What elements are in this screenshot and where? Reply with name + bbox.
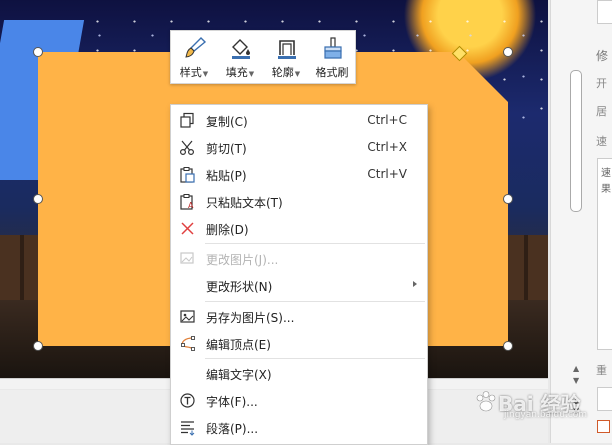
menu-item-font[interactable]: 字体(F)... [171,387,427,414]
paragraph-icon [181,421,195,436]
menu-item-label: 删除(D) [206,223,249,237]
menu-item-edit-points[interactable]: 编辑顶点(E) [171,330,427,357]
outline-label: 轮廓 [271,66,294,79]
menu-item-label: 另存为图片(S)... [206,311,295,325]
panel-label: 修 [596,49,609,63]
delete-x-icon [181,222,194,235]
panel-list-text: 速 [601,168,611,179]
resize-handle-top-left[interactable] [33,47,43,57]
chevron-down-icon: ▼ [294,70,301,78]
menu-item-copy[interactable]: 复制(C) Ctrl+C [171,107,427,134]
style-label: 样式 [179,66,202,79]
panel-scrollbar[interactable] [570,70,582,212]
resize-handle-middle-right[interactable] [503,194,513,204]
font-icon [180,393,195,408]
baidu-watermark: Bai 经验 jingyan.baidu.com [470,384,612,424]
menu-item-cut[interactable]: 剪切(T) Ctrl+X [171,134,427,161]
resize-handle-bottom-left[interactable] [33,341,43,351]
menu-item-label: 更改形状(N) [206,280,273,294]
panel-label: 速 [596,135,607,148]
panel-input[interactable] [597,0,612,24]
resize-handle-bottom-right[interactable] [503,341,513,351]
panel-list-text: 果 [601,184,611,195]
paste-text-icon: A [180,194,194,210]
chevron-down-icon: ▼ [248,70,255,78]
menu-item-label: 复制(C) [206,115,248,129]
fill-label: 填充 [225,66,248,79]
chevron-down-icon: ▼ [202,70,209,78]
watermark-subtext: jingyan.baidu.com [504,410,588,420]
resize-handle-middle-left[interactable] [33,194,43,204]
menu-shortcut: Ctrl+C [367,113,407,127]
panel-label: 居 [596,105,607,118]
menu-item-label: 编辑文字(X) [206,368,272,382]
menu-item-paste-text-only[interactable]: A 只粘贴文本(T) [171,188,427,215]
outline-icon [278,40,296,59]
format-painter-icon [324,37,342,59]
menu-item-label: 只粘贴文本(T) [206,196,283,210]
panel-label: 开 [596,77,607,90]
menu-item-paragraph[interactable]: 段落(P)... [171,414,427,441]
svg-text:A: A [188,201,194,210]
menu-separator [205,301,425,302]
panel-label: 重 [596,364,607,377]
change-picture-icon [180,252,194,264]
menu-item-paste[interactable]: 粘贴(P) Ctrl+V [171,161,427,188]
context-menu: 复制(C) Ctrl+C 剪切(T) Ctrl+X 粘贴(P) Ctrl+V A… [170,104,428,445]
menu-item-label: 更改图片(J)... [206,253,279,267]
save-as-picture-icon [180,310,195,323]
menu-item-label: 粘贴(P) [206,169,247,183]
paste-icon [180,167,195,183]
menu-item-label: 编辑顶点(E) [206,338,271,352]
menu-separator [205,358,425,359]
fill-bucket-icon [232,39,250,59]
copy-icon [180,112,194,128]
properties-panel: 修 开 居 速 速 果 ▲ ▼ 重 ▲ ▼ [550,0,612,443]
menu-item-save-as-picture[interactable]: 另存为图片(S)... [171,303,427,330]
fill-button[interactable]: 填充▼ [217,31,263,83]
submenu-arrow-icon [413,281,417,287]
menu-item-change-shape[interactable]: 更改形状(N) [171,272,427,299]
menu-shortcut: Ctrl+X [367,140,407,154]
brush-icon [185,37,207,58]
menu-item-label: 段落(P)... [206,422,259,436]
menu-item-delete[interactable]: 删除(D) [171,215,427,242]
menu-separator [205,243,425,244]
menu-item-label: 剪切(T) [206,142,247,156]
scroll-up-icon[interactable]: ▲ [573,364,579,373]
menu-item-label: 字体(F)... [206,395,258,409]
paw-logo-icon [476,391,496,412]
scissors-icon [179,140,195,156]
edit-points-icon [181,336,195,351]
resize-handle-top-right[interactable] [503,47,513,57]
menu-shortcut: Ctrl+V [367,167,407,181]
style-button[interactable]: 样式▼ [171,31,217,83]
format-painter-button[interactable]: 格式刷 [309,31,355,83]
shape-quick-toolbar: 样式▼ 填充▼ 轮廓▼ 格式刷 [170,30,356,84]
menu-item-change-picture: 更改图片(J)... [171,245,427,272]
menu-item-edit-text[interactable]: 编辑文字(X) [171,360,427,387]
outline-button[interactable]: 轮廓▼ [263,31,309,83]
format-painter-label: 格式刷 [315,66,349,79]
